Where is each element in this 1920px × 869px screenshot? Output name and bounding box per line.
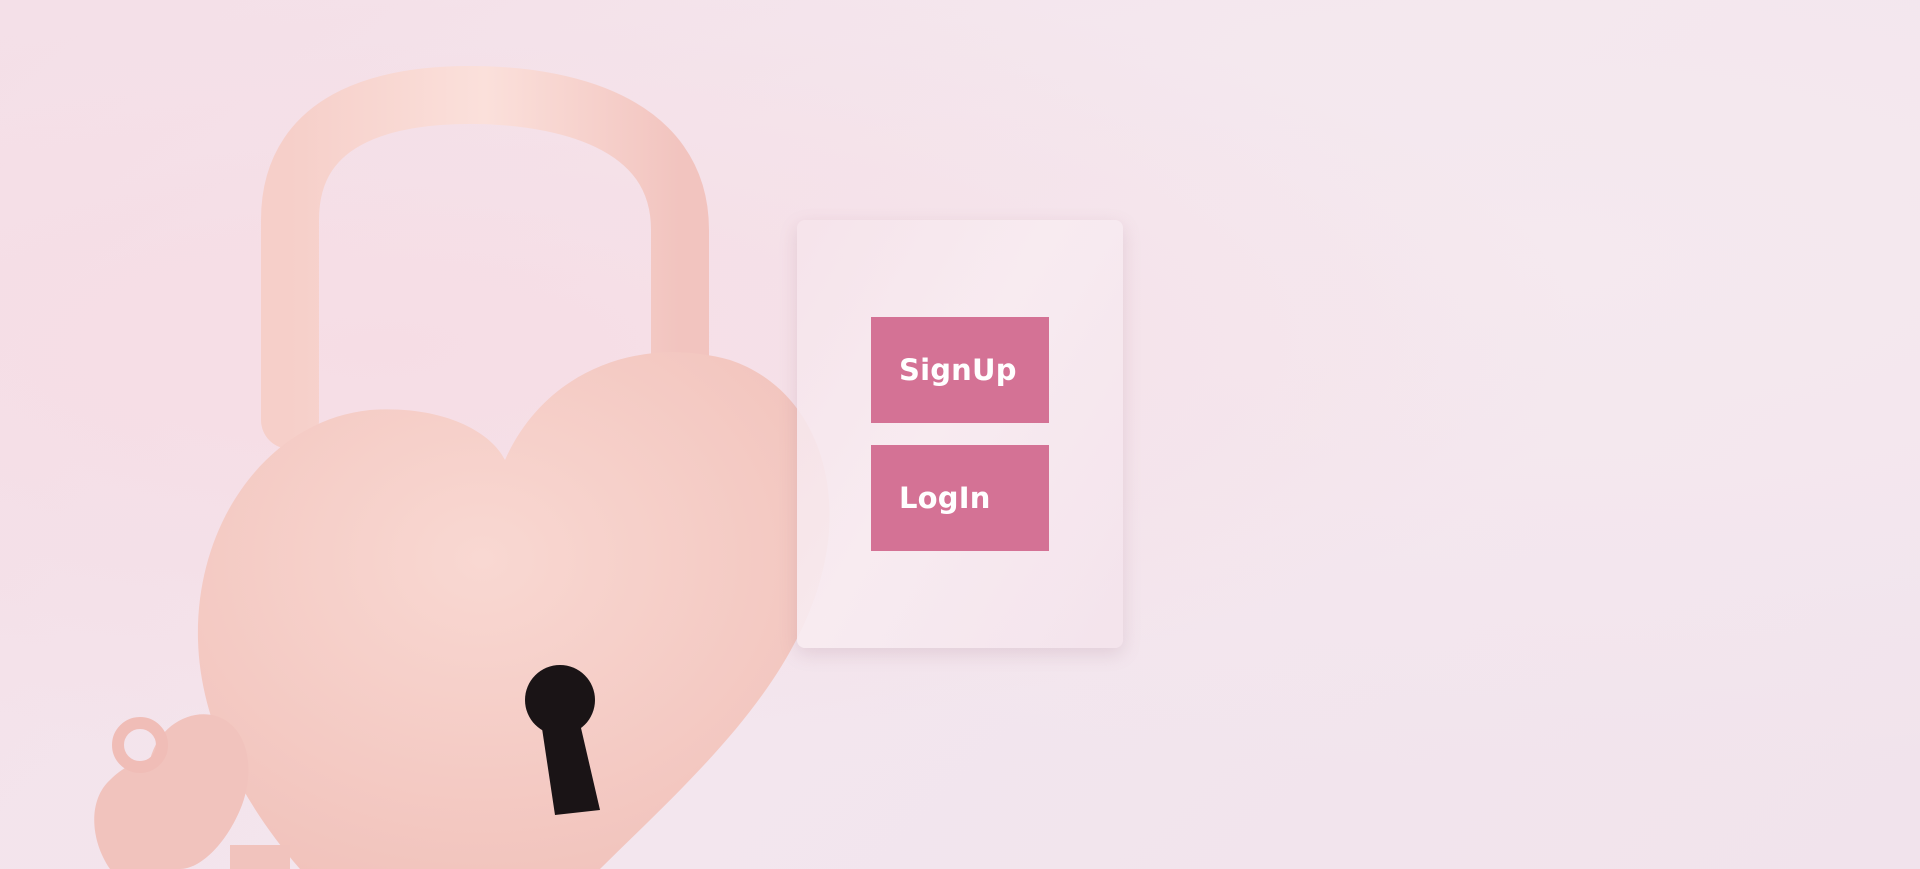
auth-card: SignUp LogIn <box>797 220 1123 648</box>
login-button[interactable]: LogIn <box>871 445 1049 551</box>
signup-button[interactable]: SignUp <box>871 317 1049 423</box>
heart-padlock-icon <box>94 65 830 869</box>
